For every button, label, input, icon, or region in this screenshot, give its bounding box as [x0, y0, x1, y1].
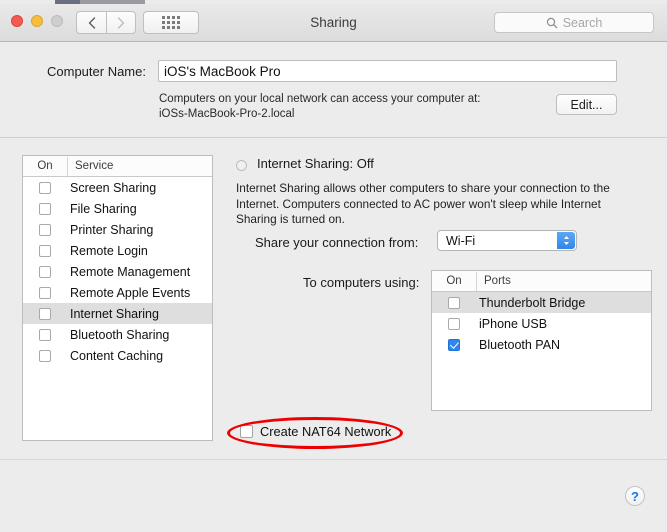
search-field[interactable]: Search: [494, 12, 654, 33]
create-nat64-network-row[interactable]: Create NAT64 Network: [240, 424, 391, 439]
port-checkbox[interactable]: [448, 338, 460, 351]
service-on-cell: [23, 328, 67, 341]
services-table: On Service Screen Sharing File Sharing Pri…: [22, 155, 213, 441]
computer-name-label: Computer Name:: [47, 64, 146, 79]
port-name: Thunderbolt Bridge: [479, 295, 586, 310]
section-divider: [0, 137, 667, 138]
service-on-cell: [23, 223, 67, 236]
window-controls: [11, 15, 63, 27]
ports-column-ports: Ports: [484, 275, 511, 287]
share-from-label: Share your connection from:: [255, 235, 419, 250]
internet-sharing-status-indicator: [236, 160, 247, 171]
service-row[interactable]: Remote Login: [23, 240, 212, 261]
service-checkbox[interactable]: [39, 307, 51, 320]
services-table-body: Screen Sharing File Sharing Printer Sharin…: [23, 177, 212, 366]
internet-sharing-status-title: Internet Sharing: Off: [257, 156, 374, 171]
service-checkbox[interactable]: [39, 181, 51, 194]
service-on-cell: [23, 307, 67, 320]
window-titlebar: Sharing Search: [0, 4, 667, 42]
service-name: Remote Login: [70, 243, 148, 258]
computer-name-note-line2: iOSs-MacBook-Pro-2.local: [159, 108, 295, 120]
sharing-preferences-window: Sharing Search Computer Name: iOS's MacB…: [0, 0, 667, 532]
edit-button[interactable]: Edit...: [556, 94, 617, 115]
service-name: Internet Sharing: [70, 306, 159, 321]
port-row[interactable]: Thunderbolt Bridge: [432, 292, 651, 313]
ports-table-header: On Ports: [432, 271, 651, 292]
minimize-button[interactable]: [31, 15, 43, 27]
services-column-service: Service: [75, 160, 114, 172]
ports-table: On Ports Thunderbolt Bridge iPhone USB Blu…: [431, 270, 652, 411]
service-name: File Sharing: [70, 201, 137, 216]
service-on-cell: [23, 181, 67, 194]
service-row[interactable]: Screen Sharing: [23, 177, 212, 198]
service-row[interactable]: Remote Apple Events: [23, 282, 212, 303]
port-on-cell: [432, 338, 476, 351]
create-nat64-network-checkbox[interactable]: [240, 425, 253, 438]
service-name: Content Caching: [70, 348, 164, 363]
create-nat64-network-label: Create NAT64 Network: [260, 424, 392, 439]
navigation-buttons: [76, 11, 136, 34]
service-row[interactable]: Remote Management: [23, 261, 212, 282]
service-name: Printer Sharing: [70, 222, 154, 237]
service-checkbox[interactable]: [39, 202, 51, 215]
service-name: Remote Management: [70, 264, 191, 279]
service-row[interactable]: Bluetooth Sharing: [23, 324, 212, 345]
search-placeholder: Search: [562, 15, 603, 30]
service-checkbox[interactable]: [39, 223, 51, 236]
ports-column-on: On: [432, 271, 477, 291]
computer-name-note: Computers on your local network can acce…: [159, 92, 549, 122]
service-row[interactable]: Printer Sharing: [23, 219, 212, 240]
port-checkbox[interactable]: [448, 317, 460, 330]
search-icon: [546, 17, 558, 28]
port-on-cell: [432, 317, 476, 330]
computer-name-note-line1: Computers on your local network can acce…: [159, 93, 481, 105]
to-computers-using-label: To computers using:: [303, 275, 420, 290]
chevron-right-icon: [117, 16, 125, 29]
port-row[interactable]: iPhone USB: [432, 313, 651, 334]
service-checkbox[interactable]: [39, 244, 51, 257]
internet-sharing-description: Internet Sharing allows other computers …: [236, 181, 610, 226]
zoom-button: [51, 15, 63, 27]
services-table-header: On Service: [23, 156, 212, 177]
port-name: iPhone USB: [479, 316, 548, 331]
computer-name-input[interactable]: iOS's MacBook Pro: [158, 60, 617, 82]
service-row[interactable]: Internet Sharing: [23, 303, 212, 324]
grid-dots-icon: [162, 16, 180, 29]
footer-divider: [0, 459, 667, 460]
service-on-cell: [23, 286, 67, 299]
port-name: Bluetooth PAN: [479, 337, 561, 352]
help-button[interactable]: ?: [625, 486, 645, 506]
service-on-cell: [23, 244, 67, 257]
show-all-button[interactable]: [143, 11, 199, 34]
service-on-cell: [23, 265, 67, 278]
forward-button[interactable]: [106, 11, 136, 34]
service-row[interactable]: Content Caching: [23, 345, 212, 366]
ports-table-body: Thunderbolt Bridge iPhone USB Bluetooth PA…: [432, 292, 651, 355]
share-from-popup[interactable]: Wi-Fi: [437, 230, 577, 251]
service-checkbox[interactable]: [39, 265, 51, 278]
service-checkbox[interactable]: [39, 286, 51, 299]
service-on-cell: [23, 349, 67, 362]
service-row[interactable]: File Sharing: [23, 198, 212, 219]
services-column-on: On: [23, 156, 68, 176]
service-on-cell: [23, 202, 67, 215]
service-name: Remote Apple Events: [70, 285, 191, 300]
close-button[interactable]: [11, 15, 23, 27]
popup-stepper-arrows-icon: [557, 232, 575, 249]
chevron-left-icon: [88, 16, 95, 29]
service-name: Bluetooth Sharing: [70, 327, 170, 342]
service-checkbox[interactable]: [39, 349, 51, 362]
service-checkbox[interactable]: [39, 328, 51, 341]
port-on-cell: [432, 296, 476, 309]
share-from-value: Wi-Fi: [446, 233, 476, 248]
port-row[interactable]: Bluetooth PAN: [432, 334, 651, 355]
back-button[interactable]: [76, 11, 106, 34]
port-checkbox[interactable]: [448, 296, 460, 309]
service-name: Screen Sharing: [70, 180, 157, 195]
